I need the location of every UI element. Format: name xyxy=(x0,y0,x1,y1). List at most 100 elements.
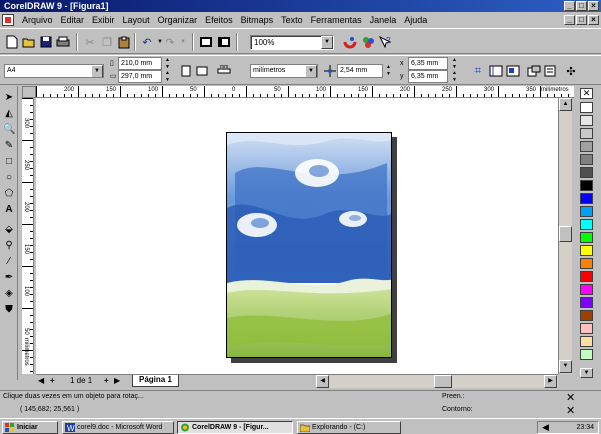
next-page-button[interactable]: + xyxy=(104,376,109,385)
pick-tool-icon[interactable]: ➤ xyxy=(3,92,15,104)
doc-minimize-button[interactable]: _ xyxy=(564,15,575,25)
vertical-scrollbar[interactable]: ▲ ▼ xyxy=(558,98,572,374)
nudge-stepper[interactable]: ▲ ▼ xyxy=(384,64,393,78)
doc-close-button[interactable]: × xyxy=(588,15,599,25)
cut-icon[interactable]: ✂ xyxy=(82,34,98,50)
menu-janela[interactable]: Janela xyxy=(366,12,401,28)
duplicate-y-field[interactable]: 6,35 mm xyxy=(408,70,448,83)
ellipse-tool-icon[interactable]: ○ xyxy=(3,172,15,184)
color-swatch[interactable] xyxy=(580,219,593,230)
doc-restore-button[interactable]: □ xyxy=(576,15,587,25)
color-swatch[interactable] xyxy=(580,258,593,269)
duplicate-y-stepper[interactable]: ▲ ▼ xyxy=(450,70,459,84)
tab-page-1[interactable]: Página 1 xyxy=(132,375,179,387)
color-swatch[interactable] xyxy=(580,115,593,126)
snap-to-guidelines-icon[interactable] xyxy=(488,63,504,79)
units-chevron-down-icon[interactable]: ▼ xyxy=(305,65,317,77)
fill-none-icon[interactable]: ✕ xyxy=(566,391,575,404)
scroll-left-icon[interactable]: ◀ xyxy=(316,375,329,388)
redo-dropdown-icon[interactable]: ▼ xyxy=(175,34,191,50)
menu-organizar[interactable]: Organizar xyxy=(154,12,202,28)
portrait-icon[interactable] xyxy=(178,63,194,79)
color-swatch[interactable] xyxy=(580,349,593,360)
bucket-fill-tool-icon[interactable]: ⛊ xyxy=(3,304,15,316)
menu-editar[interactable]: Editar xyxy=(57,12,89,28)
menu-arquivo[interactable]: Arquivo xyxy=(18,12,57,28)
taskbar-explorer[interactable]: Explorando - (C:) xyxy=(297,421,401,434)
palette-scroll-down-icon[interactable]: ▼ xyxy=(580,368,593,378)
polygon-tool-icon[interactable]: ⬠ xyxy=(3,188,15,200)
page-height-stepper[interactable]: ▲ ▼ xyxy=(163,70,172,84)
options-wrench-icon[interactable]: ✣ xyxy=(563,63,579,79)
text-options-icon[interactable] xyxy=(543,63,559,79)
page-width-field[interactable]: 210,0 mm xyxy=(118,57,162,70)
menu-ferramentas[interactable]: Ferramentas xyxy=(307,12,366,28)
horizontal-scrollbar[interactable]: ◀ ▶ xyxy=(316,374,558,388)
color-swatch[interactable] xyxy=(580,297,593,308)
previous-page-button[interactable]: + xyxy=(50,376,55,385)
menu-ajuda[interactable]: Ajuda xyxy=(400,12,431,28)
taskbar-coreldraw[interactable]: CorelDRAW 9 - [Figur... xyxy=(177,421,293,434)
corel-online-icon[interactable] xyxy=(360,34,376,50)
color-swatch[interactable] xyxy=(580,284,593,295)
color-swatch[interactable] xyxy=(580,232,593,243)
color-swatch[interactable] xyxy=(580,271,593,282)
export-icon[interactable] xyxy=(216,34,232,50)
paper-type-dropdown[interactable]: A4 ▼ xyxy=(4,64,104,78)
paste-icon[interactable] xyxy=(116,34,132,50)
open-folder-icon[interactable] xyxy=(21,34,37,50)
snap-to-grid-icon[interactable]: ⌗ xyxy=(470,63,486,79)
color-swatch[interactable] xyxy=(580,310,593,321)
document-icon[interactable] xyxy=(2,14,14,26)
menu-exibir[interactable]: Exibir xyxy=(88,12,119,28)
first-page-icon[interactable]: ◀ xyxy=(38,376,44,385)
drawing-page[interactable] xyxy=(226,132,392,358)
application-launcher-icon[interactable] xyxy=(342,34,358,50)
color-swatch[interactable] xyxy=(580,102,593,113)
zoom-level-dropdown[interactable]: 100% ▼ xyxy=(250,35,334,50)
color-swatch[interactable] xyxy=(580,193,593,204)
menu-texto[interactable]: Texto xyxy=(277,12,307,28)
taskbar-word[interactable]: W corel9.doc - Microsoft Word xyxy=(62,421,174,434)
eyedropper-tool-icon[interactable]: ⁄ xyxy=(3,256,15,268)
color-swatch[interactable] xyxy=(580,323,593,334)
copy-icon[interactable]: ❐ xyxy=(99,34,115,50)
new-document-icon[interactable] xyxy=(4,34,20,50)
color-swatch[interactable] xyxy=(580,128,593,139)
color-swatch[interactable] xyxy=(580,206,593,217)
snap-to-objects-icon[interactable] xyxy=(505,63,521,79)
vertical-scroll-thumb[interactable] xyxy=(559,226,572,242)
color-swatch[interactable] xyxy=(580,141,593,152)
volume-icon[interactable]: ◀ xyxy=(542,422,549,433)
last-page-icon[interactable]: ▶ xyxy=(114,376,120,385)
color-swatch[interactable] xyxy=(580,154,593,165)
vertical-ruler[interactable]: 300 250 200 150 100 50 milímetros xyxy=(22,98,34,374)
landscape-icon[interactable] xyxy=(194,63,210,79)
duplicate-x-field[interactable]: 6,35 mm xyxy=(408,57,448,70)
interactive-fill-tool-icon[interactable]: ⬙ xyxy=(3,224,15,236)
import-icon[interactable] xyxy=(198,34,214,50)
menu-efeitos[interactable]: Efeitos xyxy=(201,12,237,28)
print-icon[interactable] xyxy=(55,34,71,50)
menu-layout[interactable]: Layout xyxy=(119,12,154,28)
no-fill-swatch[interactable]: ✕ xyxy=(580,88,593,99)
menu-bitmaps[interactable]: Bitmaps xyxy=(237,12,278,28)
scroll-up-icon[interactable]: ▲ xyxy=(559,98,572,111)
interactive-transparency-tool-icon[interactable]: ⚲ xyxy=(3,240,15,252)
outline-none-icon[interactable]: ✕ xyxy=(566,404,575,417)
drawing-canvas[interactable] xyxy=(36,98,558,374)
scroll-right-icon[interactable]: ▶ xyxy=(544,375,557,388)
save-icon[interactable] xyxy=(38,34,54,50)
zoom-tool-icon[interactable]: 🔍 xyxy=(3,124,15,136)
maximize-button[interactable]: □ xyxy=(576,1,587,11)
graphics-options-icon[interactable] xyxy=(526,63,542,79)
units-dropdown[interactable]: milímetros ▼ xyxy=(250,64,318,78)
ruler-origin[interactable] xyxy=(22,86,36,98)
whats-this-help-icon[interactable]: ? xyxy=(377,34,393,50)
color-swatch[interactable] xyxy=(580,167,593,178)
page-height-field[interactable]: 297,0 mm xyxy=(118,70,162,83)
landscape-illustration[interactable] xyxy=(227,133,392,358)
start-button[interactable]: Iniciar xyxy=(2,421,58,434)
close-button[interactable]: × xyxy=(588,1,599,11)
rectangle-tool-icon[interactable]: □ xyxy=(3,156,15,168)
